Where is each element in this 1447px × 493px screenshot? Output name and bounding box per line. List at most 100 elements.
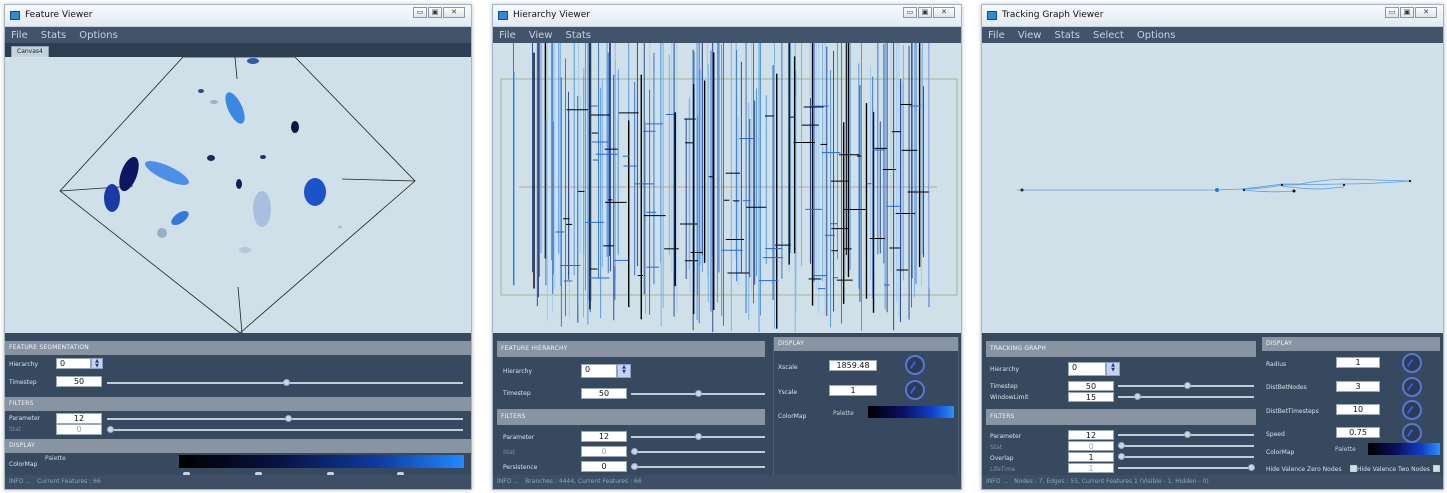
parameter-label: Parameter (9, 415, 41, 422)
hierarchy-input[interactable]: 0 (581, 364, 617, 378)
window-limit-input[interactable]: 15 (1068, 392, 1114, 402)
stat-input[interactable]: 0 (1068, 441, 1114, 451)
hierarchy-input[interactable]: 0 (56, 358, 91, 369)
slider-thumb[interactable] (631, 463, 638, 470)
parameter-slider[interactable] (1118, 431, 1254, 438)
hide-zero-checkbox[interactable] (1350, 465, 1357, 472)
tracking-canvas[interactable] (982, 43, 1443, 333)
filters-header: FILTERS (497, 409, 765, 425)
tracking-graph-render (1017, 178, 1412, 193)
colormap-gradient[interactable] (179, 455, 464, 468)
overlap-label: Overlap (990, 455, 1014, 462)
close-button[interactable]: ✕ (933, 7, 955, 18)
parameter-slider[interactable] (107, 415, 463, 422)
stat-slider[interactable] (107, 426, 463, 433)
timestep-slider[interactable] (1118, 382, 1254, 389)
parameter-input[interactable]: 12 (581, 431, 627, 442)
stat-slider[interactable] (631, 448, 765, 455)
minimize-button[interactable]: ▭ (1385, 7, 1399, 18)
radius-input[interactable]: 1 (1336, 357, 1380, 368)
hide-two-checkbox[interactable] (1433, 465, 1440, 472)
overlap-slider[interactable] (1118, 453, 1254, 460)
hierarchy-spinner[interactable]: ▲ ▼ (617, 364, 631, 378)
title-bar[interactable]: Hierarchy Viewer ▭ ▣ ✕ (493, 5, 961, 27)
title-bar[interactable]: Feature Viewer ▭ ▣ ✕ (5, 5, 471, 27)
radius-dial[interactable] (1402, 353, 1422, 373)
slider-thumb[interactable] (1248, 464, 1255, 471)
slider-thumb[interactable] (1184, 382, 1191, 389)
lifetime-slider[interactable] (1118, 464, 1255, 471)
feature-canvas[interactable] (5, 57, 471, 333)
menu-file[interactable]: File (988, 30, 1005, 41)
parameter-slider[interactable] (631, 433, 765, 440)
dist-bet-nodes-dial[interactable] (1402, 377, 1422, 397)
timestep-input[interactable]: 50 (56, 376, 102, 387)
xscale-dial[interactable] (905, 355, 925, 375)
parameter-input[interactable]: 12 (1068, 430, 1114, 440)
slider-thumb[interactable] (1118, 453, 1125, 460)
menu-stats[interactable]: Stats (41, 30, 67, 41)
dist-bet-timesteps-dial[interactable] (1402, 400, 1422, 420)
speed-input[interactable]: 0.75 (1336, 427, 1380, 438)
menu-options[interactable]: Options (1137, 30, 1176, 41)
menu-select[interactable]: Select (1093, 30, 1124, 41)
title-bar[interactable]: Tracking Graph Viewer ▭ ▣ ✕ (982, 5, 1443, 27)
xscale-input[interactable]: 1859.48 (829, 360, 877, 371)
yscale-dial[interactable] (905, 380, 925, 400)
menu-view[interactable]: View (1018, 30, 1042, 41)
dist-bet-timesteps-input[interactable]: 10 (1336, 404, 1380, 415)
stat-input[interactable]: 0 (56, 424, 102, 435)
menu-stats[interactable]: Stats (565, 30, 591, 41)
xscale-label: Xscale (778, 364, 798, 371)
hierarchy-spinner[interactable]: ▲ ▼ (1106, 362, 1120, 376)
window-title: Hierarchy Viewer (513, 10, 590, 20)
slider-thumb[interactable] (1118, 442, 1125, 449)
menu-stats[interactable]: Stats (1054, 30, 1080, 41)
maximize-button[interactable]: ▣ (1400, 7, 1414, 18)
window-limit-slider[interactable] (1118, 393, 1254, 400)
slider-thumb[interactable] (631, 448, 638, 455)
maximize-button[interactable]: ▣ (918, 7, 932, 18)
timestep-input[interactable]: 50 (581, 388, 627, 399)
timestep-slider[interactable] (107, 379, 463, 386)
slider-thumb[interactable] (695, 390, 702, 397)
close-button[interactable]: ✕ (1415, 7, 1437, 18)
persistence-slider[interactable] (631, 463, 765, 470)
parameter-input[interactable]: 12 (56, 413, 102, 424)
hierarchy-input[interactable]: 0 (1068, 362, 1106, 376)
hierarchy-label: Hierarchy (990, 366, 1020, 373)
colormap-gradient[interactable] (1368, 443, 1440, 455)
lifetime-label: LifeTime (990, 466, 1016, 473)
stat-slider[interactable] (1118, 442, 1254, 449)
speed-dial[interactable] (1402, 423, 1422, 443)
tab-canvas[interactable]: Canvas4 (11, 46, 49, 57)
menu-view[interactable]: View (529, 30, 553, 41)
overlap-input[interactable]: 1 (1068, 452, 1114, 462)
slider-thumb[interactable] (107, 426, 114, 433)
slider-thumb[interactable] (1134, 393, 1141, 400)
colormap-gradient[interactable] (868, 406, 954, 418)
menu-file[interactable]: File (11, 30, 28, 41)
menu-options[interactable]: Options (79, 30, 118, 41)
yscale-input[interactable]: 1 (829, 385, 877, 396)
stat-input[interactable]: 0 (581, 446, 627, 457)
menu-file[interactable]: File (499, 30, 516, 41)
timestep-slider[interactable] (631, 390, 765, 397)
hierarchy-spinner[interactable]: ▲ ▼ (91, 358, 103, 369)
slider-thumb[interactable] (285, 415, 292, 422)
persistence-input[interactable]: 0 (581, 461, 627, 472)
app-icon (10, 11, 20, 20)
minimize-button[interactable]: ▭ (413, 7, 427, 18)
maximize-button[interactable]: ▣ (428, 7, 442, 18)
lifetime-input[interactable]: 1 (1068, 463, 1114, 473)
close-button[interactable]: ✕ (443, 7, 465, 18)
slider-thumb[interactable] (283, 379, 290, 386)
timestep-input[interactable]: 50 (1068, 381, 1114, 391)
dist-bet-nodes-input[interactable]: 3 (1336, 381, 1380, 392)
colormap-label: ColorMap (1266, 449, 1295, 456)
minimize-button[interactable]: ▭ (903, 7, 917, 18)
status-bar: INFO ... Branches : 4444, Current Feature… (493, 475, 961, 489)
slider-thumb[interactable] (695, 433, 702, 440)
hierarchy-canvas[interactable] (493, 43, 961, 333)
slider-thumb[interactable] (1184, 431, 1191, 438)
